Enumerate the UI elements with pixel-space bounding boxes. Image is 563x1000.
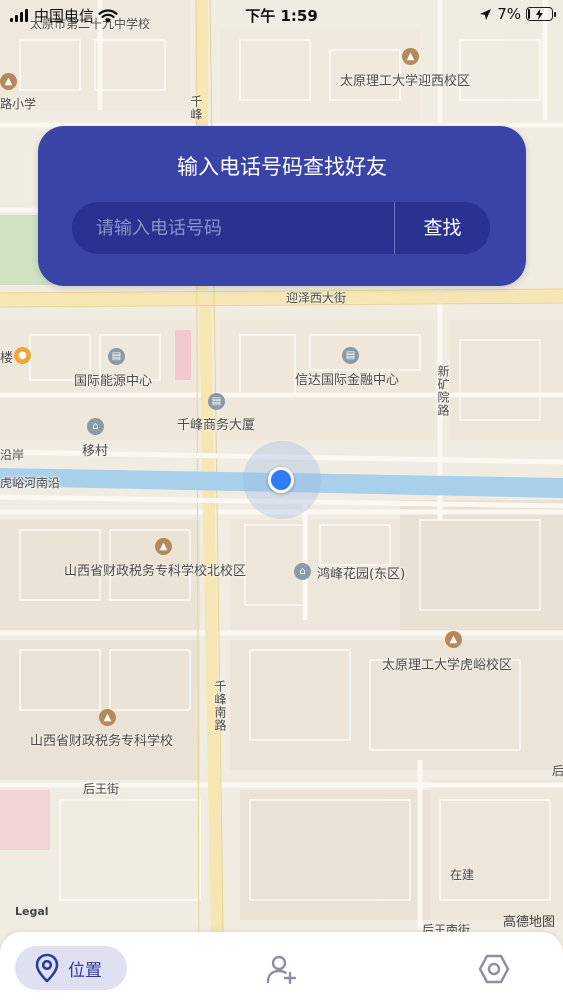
shop-icon: ● [14,347,31,364]
location-arrow-icon [480,8,492,20]
road-label-yingze: 迎泽西大街 [286,291,347,305]
charging-bolt-icon [536,8,543,20]
search-row: 查找 [72,202,490,254]
find-friend-card: 输入电话号码查找好友 查找 [38,126,526,286]
building-icon: ▤ [208,393,225,410]
map-label-international-energy: 国际能源中心 [74,374,153,389]
building-icon: ▤ [342,347,359,364]
find-friend-title: 输入电话号码查找好友 [177,155,387,179]
map-label-qianfeng-business: 千峰商务大厦 [177,418,256,433]
map-pin-icon [35,953,59,983]
phone-number-input[interactable] [72,202,394,254]
map-label-hongfeng: 鸿峰花园(东区) [317,567,406,582]
road-label-qianfeng-top: 千峰 [189,95,203,121]
battery-fill [528,9,530,19]
current-location-dot[interactable] [268,467,294,493]
battery-icon [526,7,556,21]
road-label-qianfeng-south: 千峰南路 [213,680,227,732]
building-icon: ▤ [108,348,125,365]
status-right: 7% [479,5,556,23]
tab-settings[interactable] [476,951,512,987]
map-label-shanxi-finance-north: 山西省财政税务专科学校北校区 [64,564,247,579]
status-bar: 中国电信 下午 1:59 7% [0,0,563,30]
add-user-icon [266,955,297,985]
hexagon-settings-icon [478,954,510,984]
map-label-school-fragment: 路小学 [0,97,37,111]
map-label-xinda: 信达国际金融中心 [295,373,400,388]
map-label-shanxi-finance: 山西省财政税务专科学校 [30,734,174,749]
map-label-yancun: 移村 [82,444,109,459]
home-icon: ⌂ [294,563,311,580]
tab-location-label: 位置 [68,960,102,981]
map-label-tyut-west: 太原理工大学迎西校区 [340,74,471,89]
legal-link[interactable]: Legal [15,905,49,918]
map-label-tyut-huyu: 太原理工大学虎峪校区 [382,658,513,673]
map-attribution: 高德地图 [502,915,555,930]
school-icon: ▲ [155,538,172,555]
map-label-mall-fragment: 楼 [0,351,14,366]
school-icon: ▲ [99,709,116,726]
map-label-fragment-hou: 后 [552,764,563,778]
bottom-tab-bar: 位置 [0,932,563,1000]
school-icon: ▲ [445,631,462,648]
road-label-xinkuang: 新矿院路 [436,365,450,417]
road-label-houwang: 后王街 [83,782,120,796]
tab-location[interactable]: 位置 [15,946,127,990]
map-label-yanan-fragment: 沿岸 [0,448,25,462]
school-icon: ▲ [402,48,419,65]
map-label-zaijian: 在建 [450,868,475,882]
battery-percent: 7% [497,5,521,23]
map-label-huyu-river: 虎峪河南沿 [0,476,61,490]
search-button[interactable]: 查找 [395,202,490,254]
home-icon: ⌂ [87,418,104,435]
school-icon: ▲ [0,73,17,90]
tab-add-friend[interactable] [264,951,300,987]
